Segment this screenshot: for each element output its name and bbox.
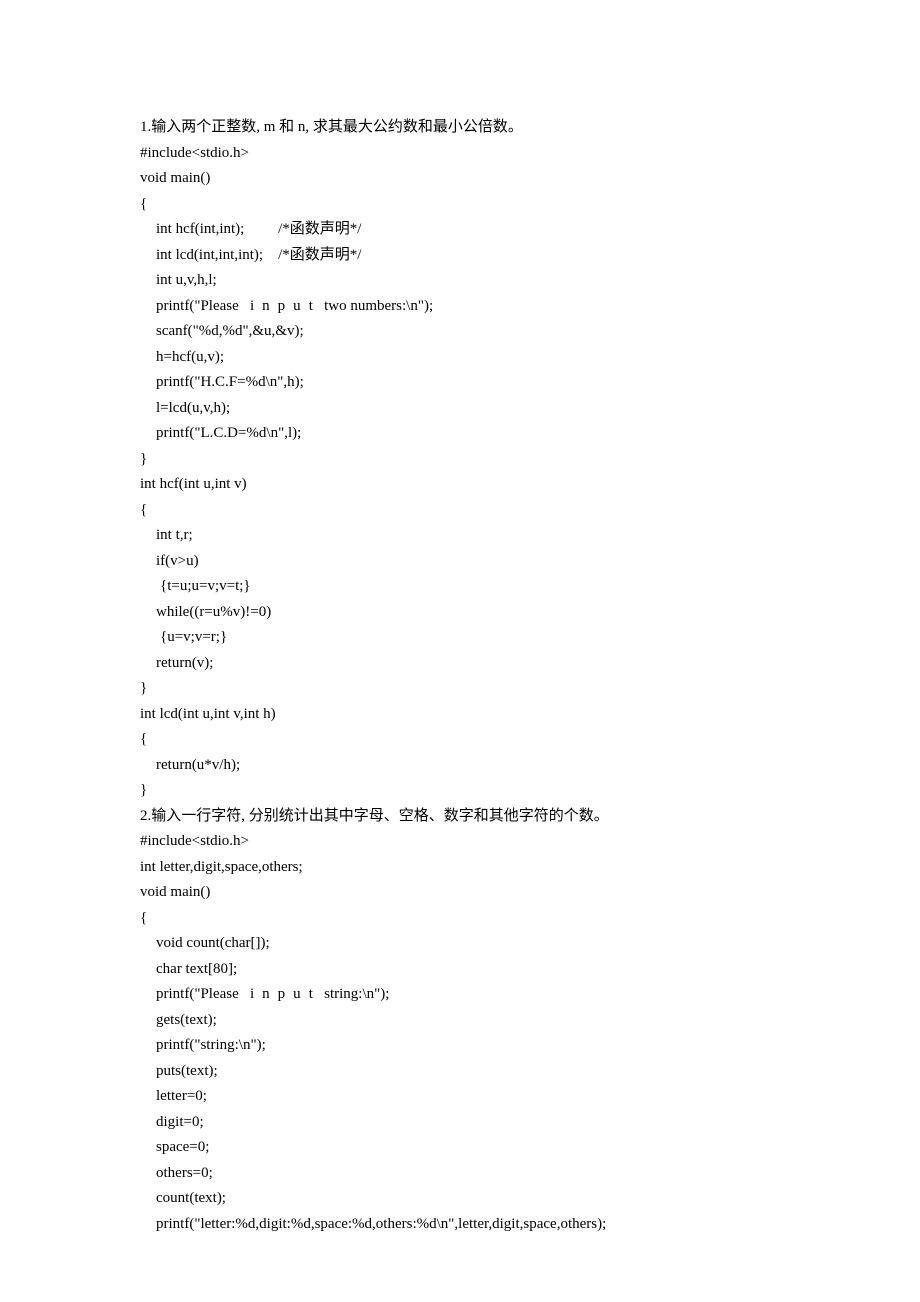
code-line: if(v>u)	[140, 549, 780, 575]
code-line: space=0;	[140, 1135, 780, 1161]
code-line: char text[80];	[140, 957, 780, 983]
code-line: {u=v;v=r;}	[140, 625, 780, 651]
code-line: printf("string:\n");	[140, 1033, 780, 1059]
code-line: return(u*v/h);	[140, 753, 780, 779]
code-line: #include<stdio.h>	[140, 829, 780, 855]
code-line: printf("L.C.D=%d\n",l);	[140, 421, 780, 447]
code-line: {	[140, 727, 780, 753]
code-line: void count(char[]);	[140, 931, 780, 957]
code-line: }	[140, 778, 780, 804]
code-line: printf("H.C.F=%d\n",h);	[140, 370, 780, 396]
code-line: 2.输入一行字符, 分别统计出其中字母、空格、数字和其他字符的个数。	[140, 804, 780, 830]
code-line: {	[140, 498, 780, 524]
code-line: int hcf(int,int); /*函数声明*/	[140, 217, 780, 243]
code-line: {	[140, 192, 780, 218]
code-line: {t=u;u=v;v=t;}	[140, 574, 780, 600]
code-line: {	[140, 906, 780, 932]
code-line: gets(text);	[140, 1008, 780, 1034]
code-line: #include<stdio.h>	[140, 141, 780, 167]
code-line: printf("Please input string:\n");	[140, 982, 780, 1008]
code-line: h=hcf(u,v);	[140, 345, 780, 371]
code-line: int lcd(int u,int v,int h)	[140, 702, 780, 728]
code-line: int letter,digit,space,others;	[140, 855, 780, 881]
document-body: 1.输入两个正整数, m 和 n, 求其最大公约数和最小公倍数。#include…	[140, 115, 780, 1237]
code-line: return(v);	[140, 651, 780, 677]
code-line: count(text);	[140, 1186, 780, 1212]
code-line: others=0;	[140, 1161, 780, 1187]
code-line: puts(text);	[140, 1059, 780, 1085]
code-line: void main()	[140, 880, 780, 906]
code-line: }	[140, 447, 780, 473]
code-line: void main()	[140, 166, 780, 192]
code-line: while((r=u%v)!=0)	[140, 600, 780, 626]
code-line: scanf("%d,%d",&u,&v);	[140, 319, 780, 345]
code-line: int lcd(int,int,int); /*函数声明*/	[140, 243, 780, 269]
code-line: int hcf(int u,int v)	[140, 472, 780, 498]
code-line: int u,v,h,l;	[140, 268, 780, 294]
code-line: digit=0;	[140, 1110, 780, 1136]
code-line: 1.输入两个正整数, m 和 n, 求其最大公约数和最小公倍数。	[140, 115, 780, 141]
code-line: letter=0;	[140, 1084, 780, 1110]
code-line: l=lcd(u,v,h);	[140, 396, 780, 422]
code-line: printf("letter:%d,digit:%d,space:%d,othe…	[140, 1212, 780, 1238]
code-line: }	[140, 676, 780, 702]
code-line: printf("Please input two numbers:\n");	[140, 294, 780, 320]
code-line: int t,r;	[140, 523, 780, 549]
